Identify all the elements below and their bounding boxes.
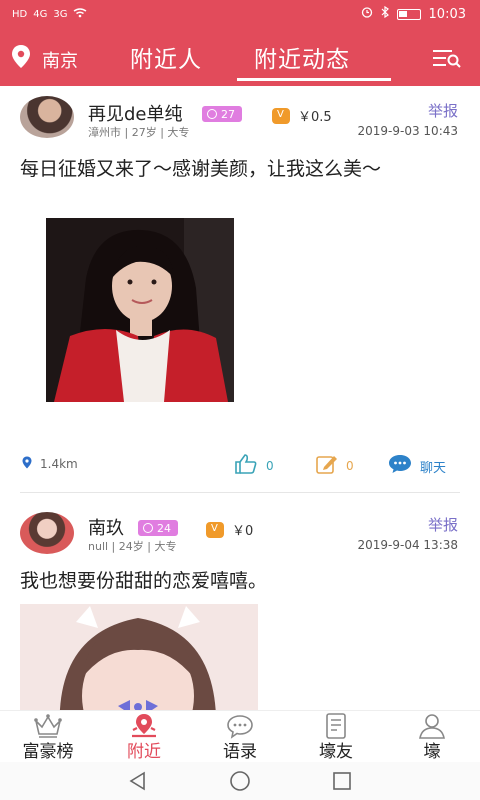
status-right: 10:03 [361, 5, 466, 22]
vip-reward: ￥0 [206, 520, 253, 539]
post-actions: 1.4km 0 0 聊天 [0, 452, 480, 476]
nav-label: 壕友 [319, 742, 353, 762]
alarm-icon [361, 6, 373, 22]
edit-comment-icon [316, 454, 338, 477]
chat-bubble-icon [225, 713, 255, 739]
level-badge-value: 24 [157, 521, 171, 535]
active-tab-indicator [237, 78, 391, 81]
vip-crown-icon [206, 521, 224, 538]
location-icon [129, 713, 159, 739]
nav-label: 富豪榜 [22, 742, 74, 762]
contact-card-icon [321, 713, 351, 739]
signal-3g-label: 3G [53, 9, 68, 20]
post-time: 2019-9-03 10:43 [357, 124, 459, 138]
nav-item-rich-list[interactable]: 富豪榜 [0, 713, 96, 763]
nav-label: 附近 [127, 742, 161, 762]
post-content: 我也想要份甜甜的恋爱嘻嘻。 [20, 570, 268, 592]
chat-label: 聊天 [420, 460, 447, 476]
network-label: HD [12, 9, 28, 20]
recents-icon[interactable] [332, 771, 352, 795]
comment-button[interactable]: 0 [316, 454, 354, 477]
nav-item-nearby[interactable]: 附近 [96, 713, 192, 763]
nav-item-rich-friends[interactable]: 壕友 [288, 713, 384, 763]
post-username[interactable]: 南玖 [88, 514, 124, 540]
crown-icon [33, 713, 63, 739]
location-selector[interactable]: 南京 [10, 44, 78, 75]
level-badge: 24 [138, 520, 178, 536]
search-icon [143, 523, 153, 533]
avatar[interactable] [20, 512, 74, 554]
chat-bubble-icon [388, 454, 412, 478]
status-left: HD 4G 3G [12, 8, 87, 21]
bluetooth-icon [381, 5, 389, 22]
system-nav-bar [0, 762, 480, 800]
filter-search-icon[interactable] [432, 48, 462, 68]
thumbs-up-icon [234, 454, 258, 477]
nav-item-quotes[interactable]: 语录 [192, 713, 288, 763]
vip-amount: ￥0.5 [298, 110, 332, 125]
user-icon [417, 713, 447, 739]
post-divider [20, 492, 460, 493]
tab-nearby-moments[interactable]: 附近动态 [254, 40, 350, 74]
post-photo[interactable] [46, 218, 234, 402]
nav-label: 语录 [223, 742, 257, 762]
location-pin-icon [10, 44, 32, 75]
report-button[interactable]: 举报 [428, 100, 458, 121]
tab-nearby-people[interactable]: 附近人 [130, 40, 202, 74]
level-badge-value: 27 [221, 107, 235, 121]
post-card: 再见de单纯 27 ￥0.5 举报 漳州市 | 27岁 | 大专 2019-9-… [0, 86, 480, 494]
like-count: 0 [266, 458, 274, 473]
bottom-nav: 富豪榜 附近 语录 壕友 壕 [0, 710, 480, 762]
vip-reward: ￥0.5 [272, 106, 332, 125]
vip-crown-icon [272, 107, 290, 124]
comment-count: 0 [346, 458, 354, 473]
signal-4g-label: 4G [33, 9, 48, 20]
location-label: 南京 [42, 50, 78, 72]
search-icon [207, 109, 217, 119]
post-content: 每日征婚又来了～感谢美颜，让我这么美～ [20, 158, 382, 180]
post-username[interactable]: 再见de单纯 [88, 100, 183, 126]
vip-amount: ￥0 [232, 524, 254, 539]
report-button[interactable]: 举报 [428, 514, 458, 535]
location-dot-icon [22, 456, 32, 472]
status-bar: HD 4G 3G 10:03 [0, 0, 480, 30]
post-time: 2019-9-04 13:38 [357, 538, 459, 552]
back-icon[interactable] [128, 771, 148, 795]
nav-item-profile[interactable]: 壕 [384, 713, 480, 763]
level-badge: 27 [202, 106, 242, 122]
clock-time: 10:03 [428, 6, 466, 22]
like-button[interactable]: 0 [234, 454, 274, 477]
post-photo[interactable] [20, 604, 258, 710]
post-meta: 漳州市 | 27岁 | 大专 [88, 126, 190, 139]
distance-value: 1.4km [40, 457, 78, 471]
chat-button[interactable]: 聊天 [388, 454, 446, 478]
nav-label: 壕 [423, 742, 441, 762]
avatar[interactable] [20, 96, 74, 138]
home-icon[interactable] [229, 770, 251, 796]
wifi-icon [73, 8, 87, 21]
top-header: 南京 附近人 附近动态 [0, 30, 480, 86]
moments-feed[interactable]: 再见de单纯 27 ￥0.5 举报 漳州市 | 27岁 | 大专 2019-9-… [0, 86, 480, 710]
post-meta: null | 24岁 | 大专 [88, 540, 177, 553]
post-card: 南玖 24 ￥0 举报 null | 24岁 | 大专 2019-9-04 13… [0, 494, 480, 710]
distance: 1.4km [22, 456, 78, 472]
battery-icon [396, 8, 421, 20]
